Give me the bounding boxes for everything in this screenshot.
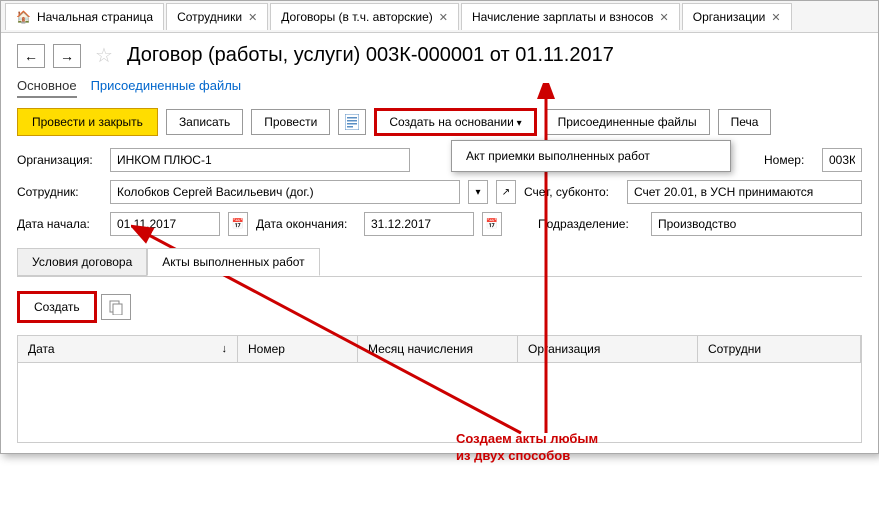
number-input[interactable] [822, 148, 862, 172]
home-icon: 🏠 [16, 10, 31, 24]
header: ← → ☆ Договор (работы, услуги) 003К-0000… [1, 33, 878, 78]
division-label: Подразделение: [538, 217, 643, 231]
th-month[interactable]: Месяц начисления [358, 336, 518, 362]
tab-label: Начальная страница [37, 10, 153, 24]
tab-label: Начисление зарплаты и взносов [472, 10, 654, 24]
calendar-icon: 📅 [486, 219, 498, 230]
sort-icon: ↓ [222, 343, 228, 355]
tab-contracts[interactable]: Договоры (в т.ч. авторские) ✕ [270, 3, 459, 30]
form-row-employee: Сотрудник: ▾ ↗ Счет, субконто: [1, 176, 878, 208]
back-button[interactable]: ← [17, 44, 45, 68]
th-employee[interactable]: Сотрудни [698, 336, 861, 362]
attached-files-button[interactable]: Присоединенные файлы [545, 109, 710, 135]
subnav-files[interactable]: Присоединенные файлы [91, 78, 242, 98]
account-input[interactable] [627, 180, 862, 204]
employee-label: Сотрудник: [17, 185, 102, 199]
post-close-button[interactable]: Провести и закрыть [17, 108, 158, 136]
post-button[interactable]: Провести [251, 109, 330, 135]
subnav: Основное Присоединенные файлы [1, 78, 878, 108]
copy-icon [108, 299, 124, 315]
th-number[interactable]: Номер [238, 336, 358, 362]
tab-payroll[interactable]: Начисление зарплаты и взносов ✕ [461, 3, 680, 30]
end-label: Дата окончания: [256, 217, 356, 231]
org-label: Организация: [17, 153, 102, 167]
tab-employees[interactable]: Сотрудники ✕ [166, 3, 268, 30]
close-icon[interactable]: ✕ [660, 11, 669, 24]
open-icon: ↗ [502, 187, 510, 198]
account-label: Счет, субконто: [524, 185, 619, 199]
star-icon[interactable]: ☆ [95, 43, 113, 68]
calendar-icon: 📅 [232, 219, 244, 230]
employee-dropdown-button[interactable]: ▾ [468, 180, 488, 204]
create-based-button[interactable]: Создать на основании [374, 108, 536, 136]
create-act-button[interactable]: Создать [17, 291, 97, 323]
number-label: Номер: [764, 153, 814, 167]
tab-content: Создать Дата ↓ Номер Месяц начисления Ор… [17, 276, 862, 453]
close-icon[interactable]: ✕ [771, 11, 780, 24]
dropdown-item-act[interactable]: Акт приемки выполненных работ [466, 149, 716, 163]
th-org[interactable]: Организация [518, 336, 698, 362]
form-row-org: Организация: Номер: [1, 144, 878, 176]
sub-tabs: Условия договора Акты выполненных работ [1, 240, 878, 276]
employee-input[interactable] [110, 180, 460, 204]
th-date[interactable]: Дата ↓ [18, 336, 238, 362]
sub-tab-acts[interactable]: Акты выполненных работ [147, 248, 319, 276]
report-icon [345, 114, 359, 130]
table-body [17, 363, 862, 443]
tab-orgs[interactable]: Организации ✕ [682, 3, 792, 30]
tab-label: Организации [693, 10, 766, 24]
forward-button[interactable]: → [53, 44, 81, 68]
end-date-picker-button[interactable]: 📅 [482, 212, 502, 236]
tabs-bar: 🏠 Начальная страница Сотрудники ✕ Догово… [1, 1, 878, 33]
tab-label: Договоры (в т.ч. авторские) [281, 10, 433, 24]
report-button[interactable] [338, 109, 366, 135]
tab-label: Сотрудники [177, 10, 242, 24]
form-row-dates: Дата начала: 📅 Дата окончания: 📅 Подразд… [1, 208, 878, 240]
print-button[interactable]: Печа [718, 109, 772, 135]
toolbar: Провести и закрыть Записать Провести Соз… [1, 108, 878, 144]
close-icon[interactable]: ✕ [248, 11, 257, 24]
employee-open-button[interactable]: ↗ [496, 180, 516, 204]
start-date-picker-button[interactable]: 📅 [228, 212, 248, 236]
tab-home[interactable]: 🏠 Начальная страница [5, 3, 164, 30]
subnav-main[interactable]: Основное [17, 78, 77, 98]
start-label: Дата начала: [17, 217, 102, 231]
close-icon[interactable]: ✕ [439, 11, 448, 24]
copy-button[interactable] [101, 294, 131, 320]
org-input[interactable] [110, 148, 410, 172]
division-input[interactable] [651, 212, 862, 236]
page-title: Договор (работы, услуги) 003К-000001 от … [127, 44, 614, 67]
save-button[interactable]: Записать [166, 109, 243, 135]
end-date-input[interactable] [364, 212, 474, 236]
sub-tab-conditions[interactable]: Условия договора [17, 248, 147, 276]
create-based-dropdown: Акт приемки выполненных работ [451, 140, 731, 172]
table-header: Дата ↓ Номер Месяц начисления Организаци… [17, 335, 862, 363]
annotation-text: Создаем акты любым из двух способов [456, 431, 598, 465]
start-date-input[interactable] [110, 212, 220, 236]
